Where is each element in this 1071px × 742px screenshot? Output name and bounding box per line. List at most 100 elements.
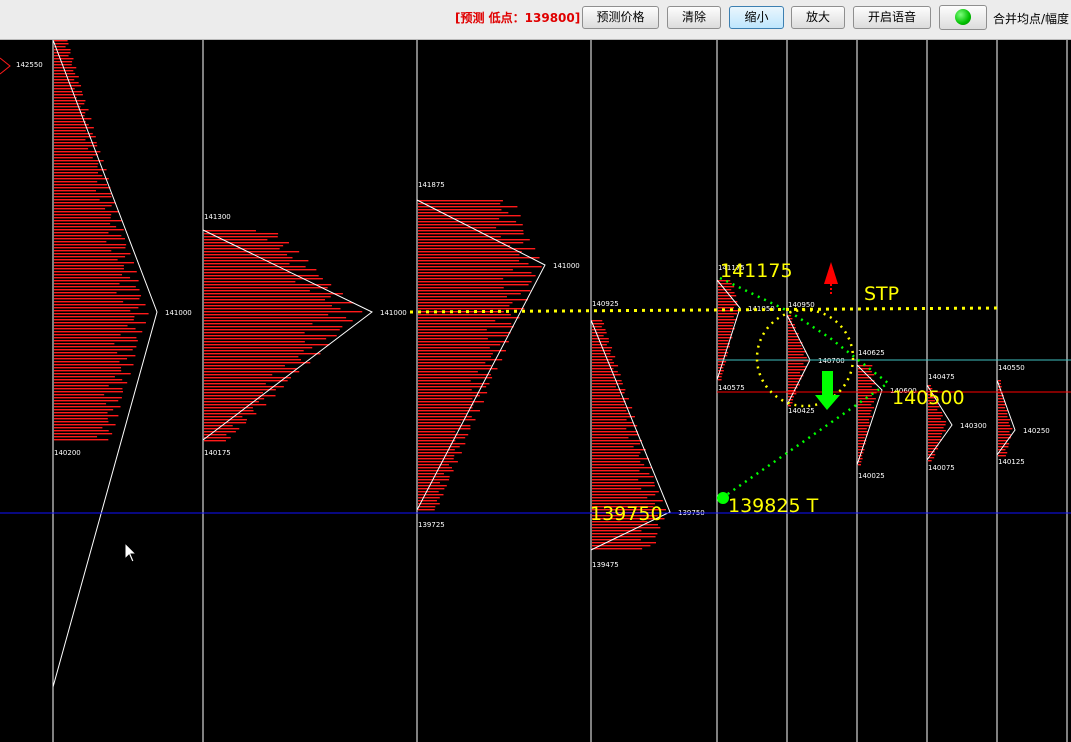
tpo-row [204, 287, 328, 289]
profile-high-label: 141300 [204, 213, 231, 221]
green-down-arrow-icon [815, 371, 840, 410]
market-profile-chart[interactable]: 142550 140200 141000 141300 140175 141000 1418… [0, 40, 1071, 742]
tpo-row [858, 419, 870, 421]
profile-low-label: 140025 [858, 472, 885, 480]
tpo-row [718, 355, 728, 357]
tpo-row [418, 473, 444, 475]
tpo-row [204, 413, 257, 415]
tpo-row [592, 365, 619, 367]
tpo-row [54, 163, 99, 165]
tpo-row [418, 263, 529, 265]
tpo-row [54, 118, 92, 120]
tpo-row [788, 363, 804, 365]
tpo-row [788, 369, 806, 371]
tpo-row [54, 232, 109, 234]
tpo-row [204, 254, 288, 256]
predict-price-button[interactable]: 预测价格 [582, 6, 659, 29]
tpo-row [54, 208, 106, 210]
profile-high-label: 140475 [928, 373, 955, 381]
tpo-row [592, 461, 641, 463]
tpo-row [418, 377, 493, 379]
tpo-row [998, 404, 1006, 406]
tpo-row [858, 386, 872, 388]
tpo-row [54, 61, 73, 63]
tpo-row [418, 344, 501, 346]
tpo-row [54, 268, 124, 270]
tpo-row [54, 280, 139, 282]
tpo-row [418, 242, 524, 244]
tpo-row [418, 314, 511, 316]
tpo-row [204, 233, 279, 235]
tpo-row [54, 226, 117, 228]
tpo-row [418, 206, 518, 208]
tpo-row [592, 371, 618, 373]
high-target-label: 141175 [720, 260, 793, 282]
tpo-row [54, 397, 122, 399]
tpo-row [418, 269, 513, 271]
tpo-row [54, 403, 107, 405]
tpo-row [204, 398, 265, 400]
low-target-label: 139825 T [728, 495, 819, 517]
tpo-row [54, 199, 100, 201]
tpo-row [418, 395, 480, 397]
tpo-row [54, 253, 131, 255]
low-left-label: 139750 [590, 503, 663, 525]
tpo-row [54, 373, 131, 375]
zoom-out-button[interactable]: 缩小 [729, 6, 784, 29]
tpo-row [418, 218, 500, 220]
tpo-row [718, 331, 732, 333]
tpo-row [54, 58, 74, 60]
tpo-row [928, 427, 944, 429]
status-led-button[interactable] [939, 5, 987, 30]
tpo-row [54, 91, 83, 93]
tpo-row [204, 344, 330, 346]
tpo-row [592, 332, 607, 334]
tpo-row [204, 251, 300, 253]
tpo-row [418, 362, 486, 364]
tpo-row [718, 340, 729, 342]
tpo-row [54, 394, 105, 396]
profile-outline-0 [0, 57, 11, 75]
tpo-row [54, 361, 120, 363]
tpo-row [858, 431, 868, 433]
voice-toggle-button[interactable]: 开启语音 [853, 6, 931, 29]
tpo-row [204, 389, 276, 391]
tpo-row [204, 272, 291, 274]
tpo-row [54, 121, 86, 123]
tpo-row [54, 223, 111, 225]
tpo-row [858, 383, 876, 385]
tpo-row [418, 392, 488, 394]
profile-peak-label: 141000 [380, 309, 407, 317]
tpo-row [54, 391, 123, 393]
tpo-row [592, 464, 645, 466]
tpo-row [418, 359, 503, 361]
tpo-row [418, 389, 472, 391]
tpo-row [418, 458, 454, 460]
tpo-row [418, 347, 490, 349]
clear-button[interactable]: 清除 [667, 6, 721, 29]
tpo-row [204, 242, 289, 244]
red-up-arrow-icon [824, 262, 838, 296]
tpo-row [54, 379, 123, 381]
tpo-row [54, 250, 112, 252]
tpo-row [204, 395, 276, 397]
tpo-row [54, 214, 112, 216]
tpo-row [204, 416, 243, 418]
tpo-row [54, 424, 116, 426]
zoom-in-button[interactable]: 放大 [791, 6, 845, 29]
tpo-row [788, 336, 799, 338]
tpo-row [204, 359, 302, 361]
tpo-row [54, 175, 103, 177]
profile-outline-3 [416, 199, 546, 511]
tpo-row [592, 329, 606, 331]
tpo-row [592, 416, 635, 418]
tpo-row [204, 320, 353, 322]
tpo-row [418, 365, 492, 367]
tpo-row [592, 488, 642, 490]
tpo-row [928, 409, 938, 411]
tpo-row [204, 317, 347, 319]
mid-target-label: 140500 [892, 387, 965, 409]
tpo-row [592, 350, 611, 352]
tpo-row [54, 259, 118, 261]
tpo-row [54, 337, 137, 339]
